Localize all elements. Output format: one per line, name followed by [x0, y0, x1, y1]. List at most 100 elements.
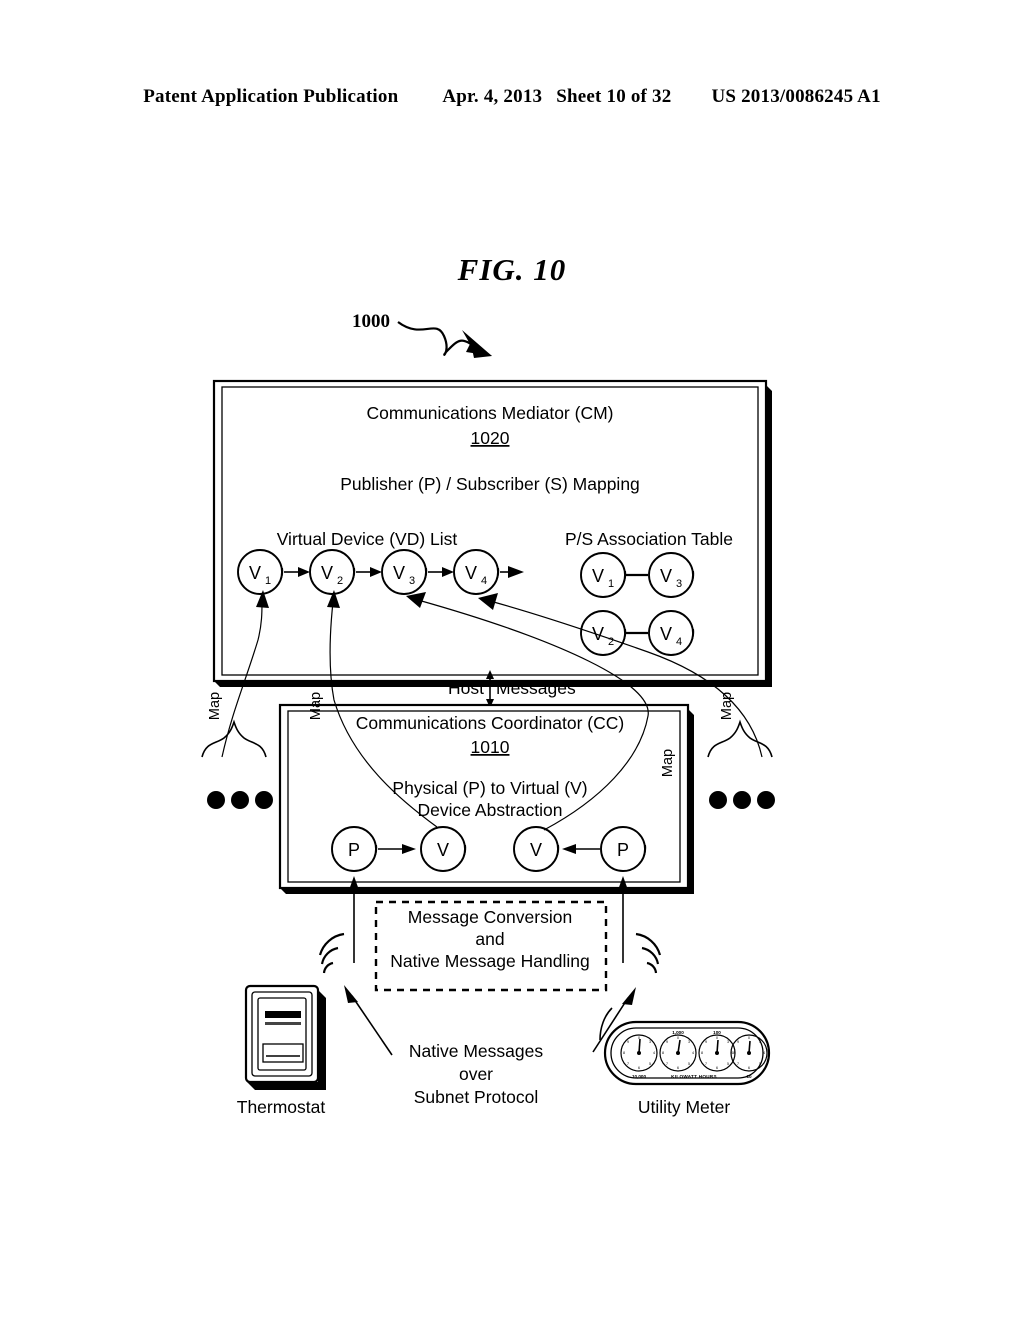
- leader-thermostat-to-wireless: [344, 985, 393, 1056]
- host-messages-right-label: Messages: [496, 678, 576, 698]
- cc-node-p-right-label: P: [617, 840, 629, 860]
- svg-text:4: 4: [692, 1051, 694, 1055]
- svg-text:7: 7: [627, 1062, 629, 1066]
- vd-node-2-label: V: [321, 563, 333, 583]
- svg-text:6: 6: [638, 1066, 640, 1070]
- meter-dial-3-label: 100: [713, 1030, 721, 1035]
- conversion-line-3: Native Message Handling: [390, 951, 589, 971]
- vd-node-2-sub: 2: [337, 575, 343, 587]
- coordinator-ref: 1010: [471, 737, 510, 757]
- left-dot-3: [255, 791, 273, 809]
- ps-node-2-left-label: V: [592, 624, 604, 644]
- ps-node-1-left-sub: 1: [608, 578, 614, 590]
- ps-node-1-right-label: V: [660, 566, 672, 586]
- native-caption-line-3: Subnet Protocol: [414, 1087, 539, 1107]
- svg-text:5: 5: [649, 1062, 651, 1066]
- svg-text:6: 6: [716, 1066, 718, 1070]
- vd-node-3[interactable]: V 3: [381, 549, 428, 595]
- meter-dial-4-label: 10: [746, 1074, 752, 1079]
- vd-list-label: Virtual Device (VD) List: [277, 529, 458, 549]
- cc-node-v-left[interactable]: V: [420, 826, 467, 872]
- svg-text:5: 5: [688, 1062, 690, 1066]
- thermostat-icon: [244, 984, 326, 1090]
- left-dot-1: [207, 791, 225, 809]
- svg-text:8: 8: [662, 1051, 664, 1055]
- right-dot-2: [733, 791, 751, 809]
- ps-node-2-right[interactable]: V 4: [648, 610, 695, 656]
- cc-node-v-right[interactable]: V: [513, 826, 560, 872]
- wireless-signal-icon-left: [318, 932, 345, 974]
- meter-dial-2-label: 1,000: [672, 1030, 684, 1035]
- coordinator-title: Communications Coordinator (CC): [356, 713, 624, 733]
- svg-text:0: 0: [638, 1036, 640, 1040]
- map-label-1: Map: [207, 692, 223, 720]
- arrow-wireless-right-to-p: [618, 876, 628, 963]
- native-caption-line-1: Native Messages: [409, 1041, 543, 1061]
- svg-text:6: 6: [677, 1066, 679, 1070]
- svg-text:0: 0: [748, 1036, 750, 1040]
- ps-node-2-right-label: V: [660, 624, 672, 644]
- svg-text:7: 7: [705, 1062, 707, 1066]
- ps-node-2-left[interactable]: V 2: [580, 610, 627, 656]
- ps-node-1-right[interactable]: V 3: [648, 552, 695, 598]
- mediator-subtitle: Publisher (P) / Subscriber (S) Mapping: [340, 474, 640, 494]
- abstraction-line-1: Physical (P) to Virtual (V): [392, 778, 587, 798]
- svg-text:7: 7: [737, 1062, 739, 1066]
- svg-text:8: 8: [701, 1051, 703, 1055]
- svg-text:9: 9: [705, 1040, 707, 1044]
- svg-text:8: 8: [623, 1051, 625, 1055]
- abstraction-line-2: Device Abstraction: [418, 800, 563, 820]
- vd-node-1-label: V: [249, 563, 261, 583]
- mediator-ref: 1020: [471, 428, 510, 448]
- right-dot-3: [757, 791, 775, 809]
- lead-arrow: [397, 321, 492, 358]
- arrow-wireless-left-to-p: [349, 876, 359, 963]
- utility-meter-label: Utility Meter: [638, 1097, 731, 1117]
- svg-text:3: 3: [688, 1040, 690, 1044]
- vd-node-4-sub: 4: [481, 575, 487, 587]
- ps-node-1-right-sub: 3: [676, 578, 682, 590]
- thermostat-label: Thermostat: [237, 1097, 326, 1117]
- right-continuation-group: [707, 719, 775, 809]
- svg-text:0: 0: [716, 1036, 718, 1040]
- svg-text:0: 0: [677, 1036, 679, 1040]
- vd-node-4-label: V: [465, 563, 477, 583]
- right-dot-1: [709, 791, 727, 809]
- mediator-title: Communications Mediator (CM): [366, 403, 613, 423]
- cc-node-p-right[interactable]: P: [600, 826, 647, 872]
- vd-node-1[interactable]: V 1: [237, 549, 284, 595]
- conversion-line-1: Message Conversion: [408, 907, 572, 927]
- left-dot-2: [231, 791, 249, 809]
- wireless-signal-icon-right: [635, 932, 662, 974]
- cc-node-p-left-label: P: [348, 840, 360, 860]
- map-label-3: Map: [660, 749, 676, 777]
- vd-node-3-sub: 3: [409, 575, 415, 587]
- ps-node-1-left[interactable]: V 1: [580, 552, 627, 598]
- svg-text:5: 5: [727, 1062, 729, 1066]
- native-caption-line-2: over: [459, 1064, 493, 1084]
- ps-node-1-left-label: V: [592, 566, 604, 586]
- svg-text:8: 8: [733, 1051, 735, 1055]
- cc-node-p-left[interactable]: P: [331, 826, 378, 872]
- left-continuation-group: [201, 719, 273, 809]
- figure-canvas: 1000 Communications Mediator (CM) 1020 P…: [201, 311, 775, 1117]
- svg-text:4: 4: [653, 1051, 655, 1055]
- host-messages-left-label: Host: [448, 678, 484, 698]
- vd-node-1-sub: 1: [265, 575, 271, 587]
- svg-text:4: 4: [763, 1051, 765, 1055]
- svg-text:5: 5: [759, 1062, 761, 1066]
- svg-text:9: 9: [666, 1040, 668, 1044]
- figure-ref-number: 1000: [352, 311, 390, 332]
- svg-text:6: 6: [748, 1066, 750, 1070]
- cc-node-v-left-label: V: [437, 840, 449, 860]
- svg-text:9: 9: [737, 1040, 739, 1044]
- conversion-line-2: and: [475, 929, 504, 949]
- meter-units-label: KILOWATT HOURS: [671, 1074, 717, 1079]
- map-label-2: Map: [308, 692, 324, 720]
- cc-node-v-right-label: V: [530, 840, 542, 860]
- svg-text:7: 7: [666, 1062, 668, 1066]
- svg-text:3: 3: [759, 1040, 761, 1044]
- vd-node-2[interactable]: V 2: [309, 549, 356, 595]
- vd-node-3-label: V: [393, 563, 405, 583]
- vd-node-4[interactable]: V 4: [453, 549, 500, 595]
